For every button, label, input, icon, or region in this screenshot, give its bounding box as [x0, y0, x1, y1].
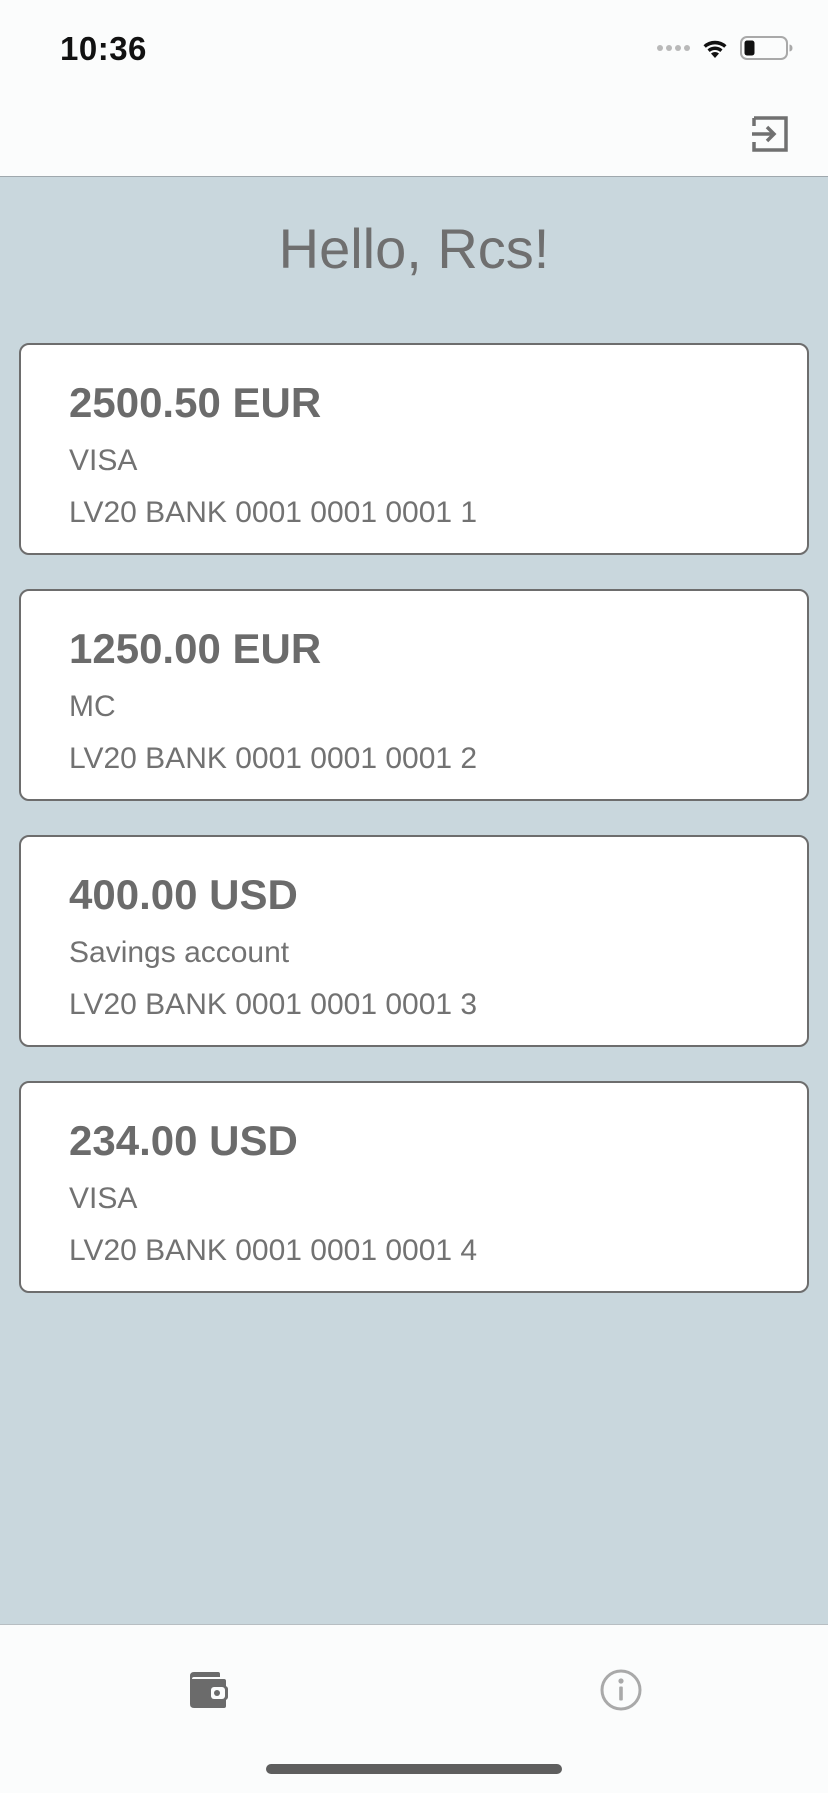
- account-list: 2500.50 EUR VISA LV20 BANK 0001 0001 000…: [19, 343, 809, 1327]
- info-icon: [600, 1669, 642, 1711]
- battery-icon: [740, 36, 793, 60]
- tab-accounts[interactable]: [167, 1655, 247, 1725]
- account-card[interactable]: 2500.50 EUR VISA LV20 BANK 0001 0001 000…: [19, 343, 809, 555]
- status-bar: 10:36: [0, 0, 828, 94]
- account-balance: 234.00 USD: [69, 1117, 298, 1164]
- account-balance: 2500.50 EUR: [69, 379, 322, 426]
- account-iban: LV20 BANK 0001 0001 0001 1: [69, 496, 478, 529]
- account-type: Savings account: [69, 936, 290, 969]
- home-indicator: [266, 1764, 562, 1774]
- wifi-icon: [703, 40, 727, 58]
- account-card[interactable]: 234.00 USD VISA LV20 BANK 0001 0001 0001…: [19, 1081, 809, 1293]
- logout-button[interactable]: [744, 108, 796, 160]
- account-balance: 1250.00 EUR: [69, 625, 322, 672]
- cellular-signal-icon: [657, 45, 690, 51]
- logout-icon: [752, 116, 788, 152]
- account-iban: LV20 BANK 0001 0001 0001 3: [69, 988, 478, 1021]
- account-card[interactable]: 400.00 USD Savings account LV20 BANK 000…: [19, 835, 809, 1047]
- account-card[interactable]: 1250.00 EUR MC LV20 BANK 0001 0001 0001 …: [19, 589, 809, 801]
- status-time: 10:36: [60, 30, 147, 67]
- account-type: VISA: [69, 1182, 138, 1215]
- account-type: MC: [69, 690, 116, 723]
- status-icons: [657, 36, 794, 60]
- wallet-icon: [190, 1672, 228, 1708]
- greeting-title: Hello, Rcs!: [278, 217, 550, 280]
- tab-info[interactable]: [581, 1655, 661, 1725]
- account-balance: 400.00 USD: [69, 871, 298, 918]
- navigation-bar: [0, 94, 828, 177]
- account-iban: LV20 BANK 0001 0001 0001 4: [69, 1234, 478, 1267]
- account-iban: LV20 BANK 0001 0001 0001 2: [69, 742, 478, 775]
- account-type: VISA: [69, 444, 138, 477]
